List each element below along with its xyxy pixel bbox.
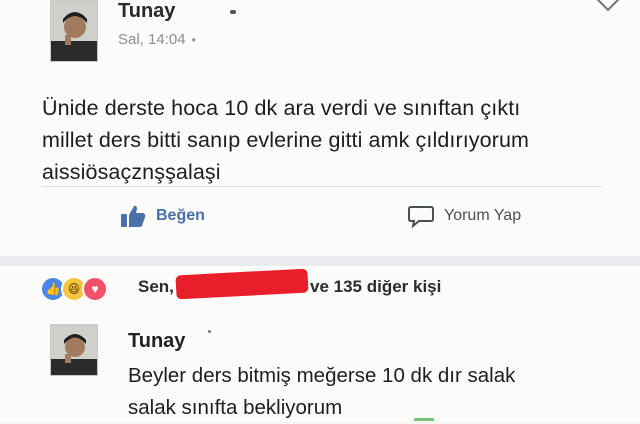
- post-body: Ünide derste hoca 10 dk ara verdi ve sın…: [42, 92, 612, 188]
- post-author-name[interactable]: Tunay: [118, 0, 175, 23]
- post-author-avatar[interactable]: [50, 0, 98, 62]
- avatar-photo-icon: [51, 1, 97, 61]
- reactions-count[interactable]: ve 135 diğer kişi: [310, 277, 441, 297]
- like-button[interactable]: Beğen: [120, 204, 205, 228]
- comment-button[interactable]: Yorum Yap: [408, 204, 521, 228]
- comment-text-line: Beyler ders bitmiş meğerse 10 dk dır sal…: [128, 364, 516, 387]
- post-text-line: aissiösaçznşşalaşi: [42, 160, 221, 184]
- comment-bubble-icon: [408, 204, 434, 228]
- like-label: Beğen: [156, 207, 205, 224]
- post-text-line: Ünide derste hoca 10 dk ara verdi ve sın…: [42, 96, 521, 120]
- comment-author-name[interactable]: Tunay: [128, 330, 185, 353]
- post-text-line: millet ders bitti sanıp evlerine gitti a…: [42, 128, 530, 152]
- comment-author-avatar[interactable]: [50, 324, 98, 376]
- reactions-prefix[interactable]: Sen,: [138, 277, 174, 297]
- section-separator: [0, 256, 640, 266]
- post-divider: [42, 186, 602, 187]
- post-timestamp[interactable]: Sal, 14:04: [118, 31, 186, 48]
- decorative-mark: [208, 330, 211, 333]
- post-meta: Sal, 14:04 •: [118, 31, 196, 48]
- comment-text-line: salak sınıfta bekliyorum: [128, 396, 343, 419]
- love-reaction-icon: ♥: [82, 276, 108, 302]
- thumbs-up-icon: [120, 204, 146, 228]
- comment-label: Yorum Yap: [444, 207, 522, 224]
- reaction-icons[interactable]: 👍 😆 ♥: [40, 276, 108, 302]
- avatar-photo-icon: [51, 325, 97, 375]
- decorative-mark: [230, 10, 236, 14]
- globe-icon: •: [191, 32, 196, 47]
- comment-body: Beyler ders bitmiş meğerse 10 dk dır sal…: [128, 360, 608, 424]
